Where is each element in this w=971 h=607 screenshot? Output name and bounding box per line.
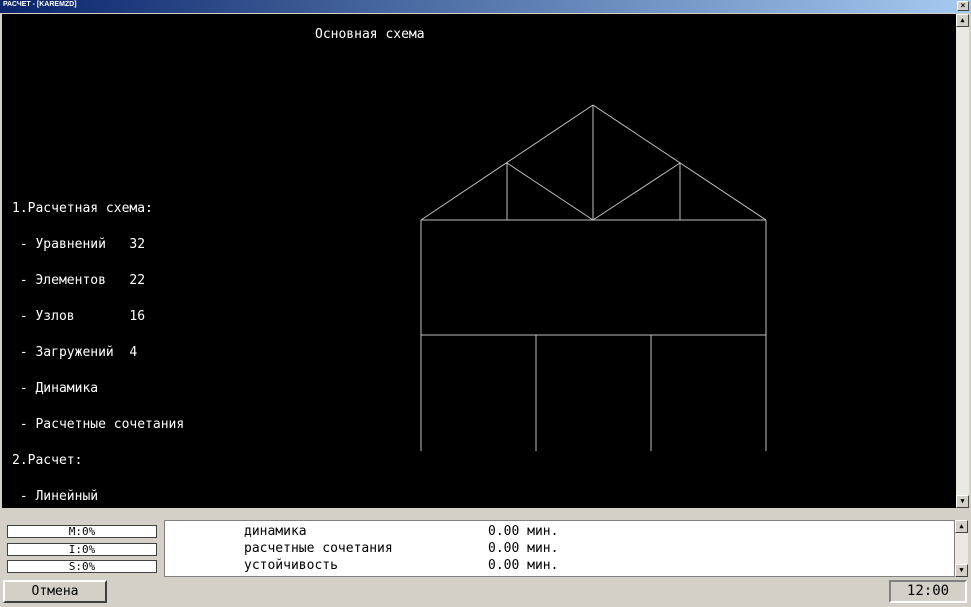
log-name: динамика — [244, 524, 307, 539]
horizontal-scrollbar[interactable] — [2, 508, 969, 516]
gauge-m: M:0% — [7, 525, 157, 538]
vertical-scrollbar[interactable]: ▲ ▼ — [956, 14, 969, 508]
gauge-s: S:0% — [7, 560, 157, 573]
title-bar: РАСЧЕТ - [KAREMZD] × — [0, 0, 971, 13]
log-scrollbar[interactable]: ▲ ▼ — [955, 520, 968, 577]
log-name: расчетные сочетания — [244, 541, 393, 556]
frame-member — [592, 162, 681, 221]
scroll-up-icon[interactable]: ▲ — [955, 520, 968, 533]
clock: 12:00 — [889, 580, 967, 603]
close-button[interactable]: × — [957, 1, 969, 11]
log-value: 0.00 мин. — [488, 541, 559, 556]
scroll-down-icon[interactable]: ▼ — [955, 564, 968, 577]
gauge-i: I:0% — [7, 543, 157, 556]
close-icon: × — [960, 1, 966, 10]
scroll-up-icon[interactable]: ▲ — [956, 14, 969, 27]
schema-view: Основная схема 1.Расчетная схема: - Урав… — [2, 14, 956, 508]
window-title: РАСЧЕТ - [KAREMZD] — [3, 1, 77, 8]
log-name: устойчивость — [244, 558, 338, 573]
timing-log: динамика 0.00 мин. расчетные сочетания 0… — [164, 520, 955, 577]
log-value: 0.00 мин. — [488, 524, 559, 539]
cancel-button[interactable]: Отмена — [3, 580, 107, 603]
frame-diagram — [420, 104, 767, 451]
scroll-down-icon[interactable]: ▼ — [956, 495, 969, 508]
log-value: 0.00 мин. — [488, 558, 559, 573]
frame-member — [506, 162, 594, 221]
